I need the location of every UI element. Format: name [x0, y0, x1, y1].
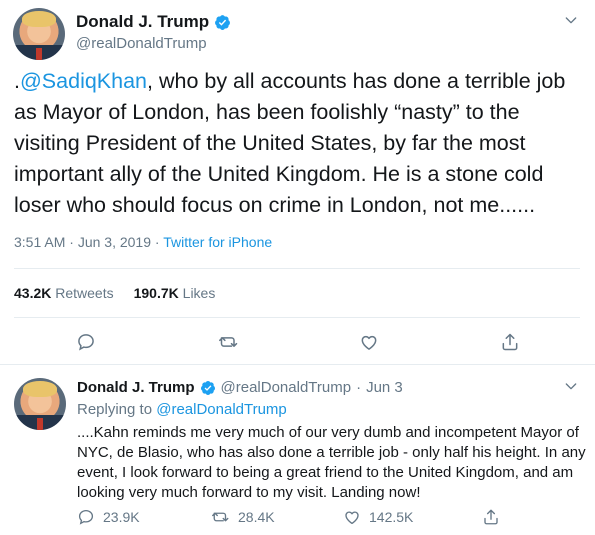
reply-text: ....Kahn reminds me very much of our ver…: [77, 424, 586, 501]
chevron-down-icon[interactable]: [563, 12, 579, 28]
mention-link[interactable]: @SadiqKhan: [20, 69, 147, 93]
author-handle[interactable]: @realDonaldTrump: [76, 35, 207, 52]
reply-count: 23.9K: [103, 509, 140, 525]
tweet-thread: Donald J. Trump @realDonaldTrump .@Sadiq…: [0, 0, 595, 535]
replying-to-label: Replying to: [77, 401, 153, 418]
tweet-date[interactable]: Jun 3: [366, 379, 403, 396]
tweet-text: .@SadiqKhan, who by all accounts has don…: [14, 66, 584, 221]
likes-count: 190.7K: [133, 285, 179, 301]
replying-to-link[interactable]: @realDonaldTrump: [156, 401, 287, 418]
share-icon: [484, 509, 498, 525]
tweet-time[interactable]: 3:51 AM: [14, 234, 65, 250]
share-button[interactable]: [482, 508, 500, 526]
like-button[interactable]: 142.5K: [343, 508, 413, 526]
author-name-row: Donald J. Trump: [76, 12, 231, 32]
tweet-meta: 3:51 AM · Jun 3, 2019 · Twitter for iPho…: [14, 234, 272, 250]
retweets-label: Retweets: [55, 285, 114, 301]
verified-badge-icon: [200, 380, 215, 395]
retweet-icon[interactable]: [219, 332, 239, 352]
heart-icon: [345, 511, 359, 525]
avatar[interactable]: [13, 8, 65, 60]
verified-badge-icon: [215, 14, 231, 30]
likes-stat[interactable]: 190.7K Likes: [134, 285, 216, 301]
reply-icon: [78, 509, 94, 525]
retweets-count: 43.2K: [14, 285, 52, 301]
retweets-stat[interactable]: 43.2K Retweets: [14, 285, 114, 301]
avatar[interactable]: [14, 378, 66, 430]
divider: [14, 317, 580, 318]
likes-label: Likes: [182, 285, 216, 301]
engagement-stats: 43.2K Retweets 190.7K Likes: [14, 285, 215, 301]
retweet-count: 28.4K: [238, 509, 275, 525]
heart-icon[interactable]: [359, 332, 379, 352]
author-handle[interactable]: @realDonaldTrump: [221, 379, 352, 396]
tweet-separator: [0, 364, 595, 365]
like-count: 142.5K: [369, 509, 414, 525]
retweet-button[interactable]: 28.4K: [212, 508, 275, 526]
retweet-icon: [212, 512, 229, 522]
reply-header: Donald J. Trump @realDonaldTrump · Jun 3: [77, 379, 403, 396]
author-display-name[interactable]: Donald J. Trump: [76, 12, 209, 32]
chevron-down-icon[interactable]: [563, 378, 579, 394]
tweet-date[interactable]: Jun 3, 2019: [78, 234, 151, 250]
meta-separator: ·: [356, 379, 362, 396]
reply-button[interactable]: 23.9K: [77, 508, 140, 526]
share-icon[interactable]: [500, 332, 520, 352]
meta-separator: ·: [154, 234, 160, 250]
tweet-actions: [0, 332, 595, 356]
reply-actions: 23.9K 28.4K 142.5K: [77, 508, 577, 528]
reply-icon[interactable]: [76, 332, 96, 352]
author-display-name[interactable]: Donald J. Trump: [77, 379, 195, 396]
divider: [14, 268, 580, 269]
replying-to: Replying to @realDonaldTrump: [77, 401, 287, 418]
tweet-source-link[interactable]: Twitter for iPhone: [163, 234, 272, 250]
meta-separator: ·: [69, 234, 74, 250]
main-tweet: Donald J. Trump @realDonaldTrump .@Sadiq…: [0, 0, 595, 355]
